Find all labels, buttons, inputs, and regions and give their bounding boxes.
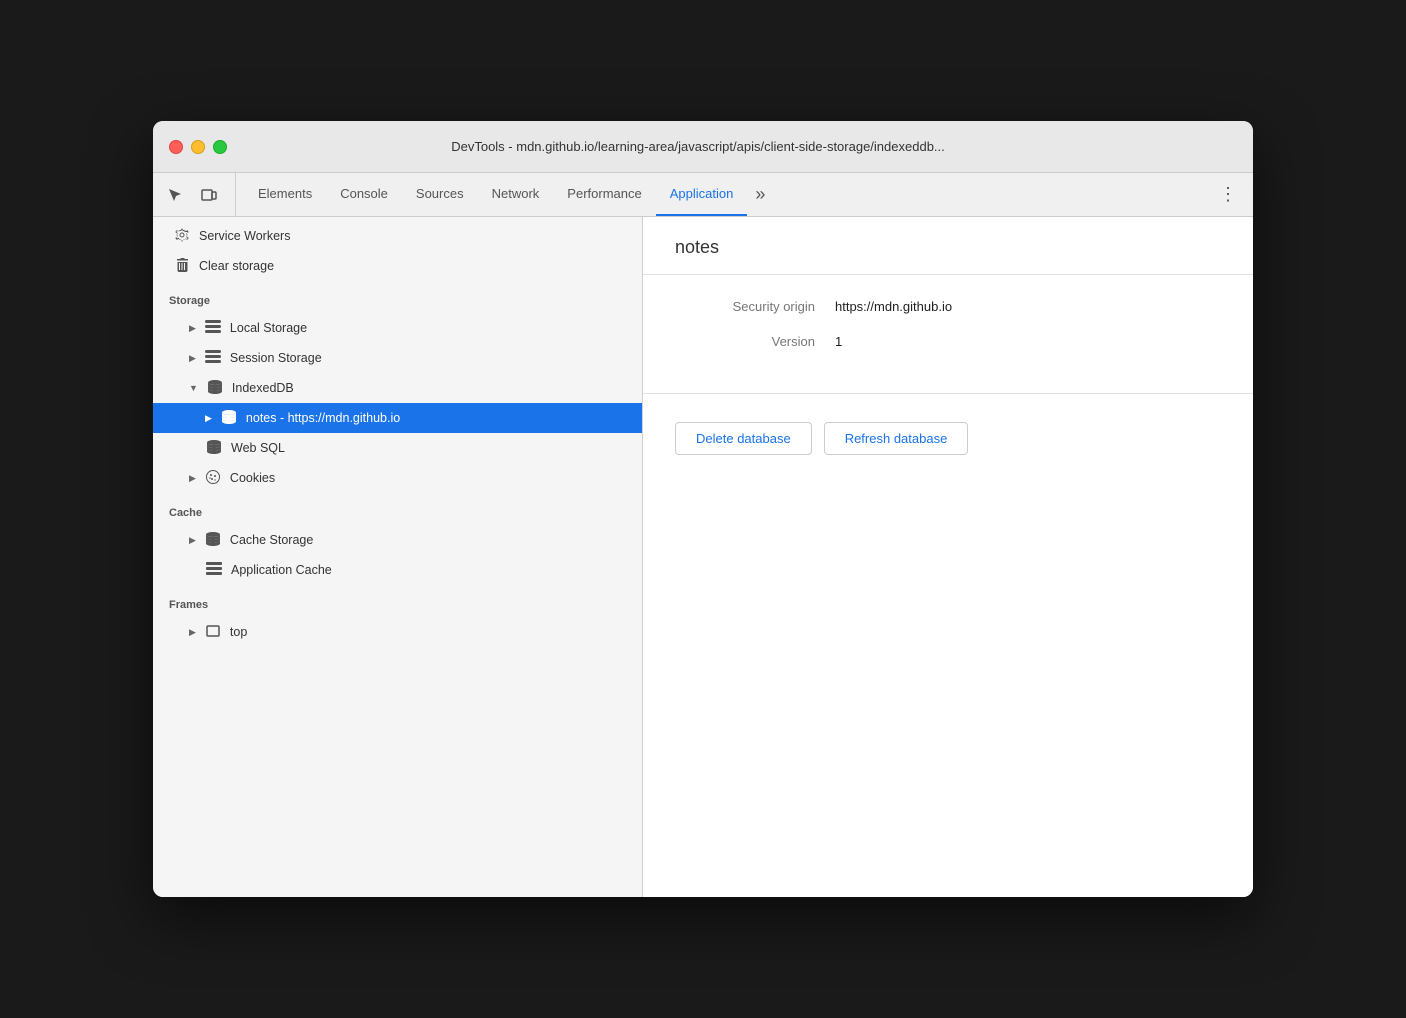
notes-db-icon: [220, 410, 238, 427]
sidebar-item-cache-storage[interactable]: ▶ Cache Storage: [153, 525, 642, 555]
cache-storage-label: Cache Storage: [230, 533, 626, 547]
security-origin-row: Security origin https://mdn.github.io: [675, 299, 1221, 314]
web-sql-label: Web SQL: [231, 441, 626, 455]
cache-storage-icon: [204, 532, 222, 549]
tab-application[interactable]: Application: [656, 173, 748, 216]
session-storage-icon: [204, 350, 222, 367]
sidebar-item-session-storage[interactable]: ▶ Session Storage: [153, 343, 642, 373]
tab-sources[interactable]: Sources: [402, 173, 478, 216]
toolbar-icons: [161, 173, 236, 216]
local-storage-icon: [204, 320, 222, 337]
frame-icon: [204, 624, 222, 640]
expand-arrow-icon: ▼: [189, 383, 198, 393]
sidebar-item-application-cache[interactable]: Application Cache: [153, 555, 642, 585]
local-storage-label: Local Storage: [230, 321, 626, 335]
indexeddb-label: IndexedDB: [232, 381, 626, 395]
version-label: Version: [675, 334, 835, 349]
sidebar-item-top-frame[interactable]: ▶ top: [153, 617, 642, 647]
application-cache-label: Application Cache: [231, 563, 626, 577]
trash-icon: [173, 258, 191, 275]
web-sql-icon: [205, 440, 223, 457]
security-origin-value: https://mdn.github.io: [835, 299, 952, 314]
sidebar: Service Workers Clear storage Storage ▶: [153, 217, 643, 897]
sidebar-item-indexeddb[interactable]: ▼ IndexedDB: [153, 373, 642, 403]
expand-arrow-icon: ▶: [205, 413, 212, 424]
expand-arrow-icon: ▶: [189, 535, 196, 546]
devtools-window: DevTools - mdn.github.io/learning-area/j…: [153, 121, 1253, 897]
cookies-icon: [204, 470, 222, 487]
notes-db-label: notes - https://mdn.github.io: [246, 411, 626, 425]
version-row: Version 1: [675, 334, 1221, 349]
expand-arrow-icon: ▶: [189, 473, 196, 484]
sidebar-item-service-workers[interactable]: Service Workers: [153, 221, 642, 251]
service-workers-label: Service Workers: [199, 229, 626, 243]
tab-console[interactable]: Console: [326, 173, 402, 216]
content-header: notes: [643, 217, 1253, 275]
cache-section-label: Cache: [153, 493, 642, 525]
content-panel: notes Security origin https://mdn.github…: [643, 217, 1253, 897]
expand-arrow-icon: ▶: [189, 323, 196, 334]
main-layout: Service Workers Clear storage Storage ▶: [153, 217, 1253, 897]
sidebar-item-clear-storage[interactable]: Clear storage: [153, 251, 642, 281]
indexeddb-icon: [206, 380, 224, 397]
tab-elements[interactable]: Elements: [244, 173, 326, 216]
version-value: 1: [835, 334, 842, 349]
titlebar: DevTools - mdn.github.io/learning-area/j…: [153, 121, 1253, 173]
more-tabs-button[interactable]: »: [747, 173, 773, 216]
gear-icon: [173, 228, 191, 245]
frames-section-label: Frames: [153, 585, 642, 617]
sidebar-item-local-storage[interactable]: ▶ Local Storage: [153, 313, 642, 343]
device-emulation-icon[interactable]: [195, 181, 223, 209]
refresh-database-button[interactable]: Refresh database: [824, 422, 969, 455]
sidebar-item-notes-db[interactable]: ▶ notes - https://mdn.github.io: [153, 403, 642, 433]
storage-section-label: Storage: [153, 281, 642, 313]
content-actions: Delete database Refresh database: [643, 394, 1253, 483]
expand-arrow-icon: ▶: [189, 627, 196, 638]
tab-performance[interactable]: Performance: [553, 173, 655, 216]
cookies-label: Cookies: [230, 471, 626, 485]
sidebar-item-web-sql[interactable]: Web SQL: [153, 433, 642, 463]
top-frame-label: top: [230, 625, 626, 639]
cursor-icon[interactable]: [161, 181, 189, 209]
security-origin-label: Security origin: [675, 299, 835, 314]
content-title: notes: [675, 237, 719, 257]
expand-arrow-icon: ▶: [189, 353, 196, 364]
session-storage-label: Session Storage: [230, 351, 626, 365]
clear-storage-label: Clear storage: [199, 259, 626, 273]
sidebar-top-items: Service Workers Clear storage: [153, 217, 642, 281]
devtools-menu-button[interactable]: ⋮: [1211, 173, 1245, 216]
tabbar: Elements Console Sources Network Perform…: [153, 173, 1253, 217]
delete-database-button[interactable]: Delete database: [675, 422, 812, 455]
application-cache-icon: [205, 562, 223, 579]
sidebar-item-cookies[interactable]: ▶ Cookies: [153, 463, 642, 493]
tab-network[interactable]: Network: [478, 173, 554, 216]
window-title: DevTools - mdn.github.io/learning-area/j…: [159, 139, 1237, 154]
content-info: Security origin https://mdn.github.io Ve…: [643, 275, 1253, 394]
